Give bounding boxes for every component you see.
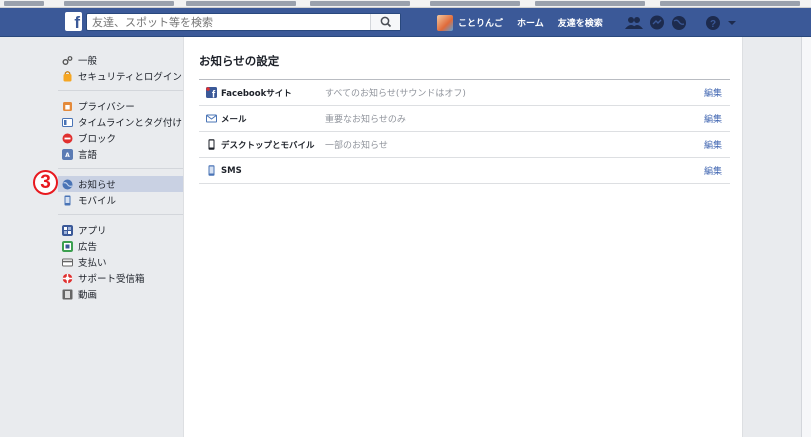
row-value: 重要なお知らせのみ [325, 115, 406, 125]
globe-icon [62, 179, 73, 189]
browser-bookmarks-bar [0, 0, 811, 8]
row-label: Facebookサイト [221, 88, 292, 99]
row-value: すべてのお知らせ(サウンドはオフ) [325, 89, 466, 99]
profile-link[interactable]: ことりんご [458, 16, 503, 29]
home-link[interactable]: ホーム [517, 16, 544, 29]
facebook-top-bar: f ことりんご ホーム 友達を検索 ? [0, 8, 811, 37]
find-friends-link[interactable]: 友達を検索 [558, 16, 603, 29]
sidebar-item-label: タイムラインとタグ付け [78, 118, 182, 129]
sidebar-item-block[interactable]: ブロック [58, 130, 183, 146]
sidebar-item-label: サポート受信箱 [78, 274, 145, 285]
help-icon[interactable]: ? [705, 15, 721, 31]
edit-link[interactable]: 編集 [704, 112, 722, 125]
messenger-icon[interactable] [649, 15, 665, 31]
sidebar-item-videos[interactable]: 動画 [58, 286, 183, 302]
avatar[interactable] [437, 14, 453, 31]
sidebar-item-mobile[interactable]: モバイル [58, 192, 183, 208]
search-input[interactable] [87, 14, 367, 30]
row-value: 一部のお知らせ [325, 141, 388, 151]
sidebar-item-label: アプリ [78, 226, 107, 237]
language-icon: A [62, 148, 73, 160]
annotation-marker: 3 [33, 170, 58, 195]
sidebar-item-payments[interactable]: 支払い [58, 254, 183, 270]
block-icon [62, 133, 73, 143]
svg-text:?: ? [710, 19, 716, 30]
bookmark-item[interactable] [310, 1, 410, 6]
sidebar-item-label: ブロック [78, 134, 117, 145]
bookmark-item[interactable] [186, 1, 296, 6]
sidebar-group-apps: アプリ 広告 支払い サポート受信箱 動画 [58, 220, 183, 308]
sidebar-item-apps[interactable]: アプリ [58, 222, 183, 238]
sidebar-group-general: 一般 セキュリティとログイン [58, 50, 183, 91]
row-label: メール [221, 114, 247, 125]
bookmark-item[interactable] [4, 1, 44, 6]
sidebar-item-label: プライバシー [78, 102, 135, 113]
friend-requests-icon[interactable] [624, 16, 643, 30]
row-label: SMS [221, 165, 242, 176]
sidebar-item-security[interactable]: セキュリティとログイン [58, 68, 183, 84]
sidebar-group-privacy: プライバシー タイムラインとタグ付け ブロック A 言語 [58, 96, 183, 169]
settings-row-facebook[interactable]: f Facebookサイト すべてのお知らせ(サウンドはオフ) 編集 [199, 80, 730, 106]
bookmark-item[interactable] [430, 1, 520, 6]
sms-icon [208, 165, 215, 176]
sidebar-item-label: お知らせ [78, 180, 116, 191]
shield-icon [63, 70, 72, 81]
bookmark-item[interactable] [660, 1, 800, 6]
mail-icon [206, 114, 217, 123]
top-nav: ことりんご ホーム 友達を検索 ? [437, 12, 743, 33]
sidebar-item-label: 広告 [78, 242, 98, 253]
phone-icon [208, 139, 215, 150]
main-panel: お知らせの設定 f Facebookサイト すべてのお知らせ(サウンドはオフ) … [183, 37, 743, 437]
facebook-logo-icon[interactable]: f [65, 12, 82, 31]
notifications-globe-icon[interactable] [671, 15, 687, 31]
card-icon [62, 258, 73, 266]
row-label: デスクトップとモバイル [221, 140, 315, 151]
lock-icon [63, 101, 72, 111]
search-box [86, 13, 401, 31]
sidebar-item-language[interactable]: A 言語 [58, 146, 183, 162]
sidebar-item-ads[interactable]: 広告 [58, 238, 183, 254]
chevron-down-icon[interactable] [727, 18, 737, 28]
bookmark-item[interactable] [64, 1, 174, 6]
edit-link[interactable]: 編集 [704, 86, 722, 99]
lifebuoy-icon [62, 273, 73, 283]
svg-text:A: A [65, 152, 70, 159]
edit-link[interactable]: 編集 [704, 164, 722, 177]
settings-row-sms[interactable]: SMS 編集 [199, 158, 730, 184]
ads-icon [62, 240, 73, 252]
search-button[interactable] [370, 14, 400, 30]
sidebar-item-privacy[interactable]: プライバシー [58, 98, 183, 114]
edit-link[interactable]: 編集 [704, 138, 722, 151]
sidebar-item-label: セキュリティとログイン [78, 72, 182, 83]
mobile-icon [64, 195, 71, 205]
timeline-icon [62, 117, 73, 127]
settings-row-email[interactable]: メール 重要なお知らせのみ 編集 [199, 106, 730, 132]
notification-settings-table: f Facebookサイト すべてのお知らせ(サウンドはオフ) 編集 メール 重… [199, 79, 730, 184]
sidebar-item-support-inbox[interactable]: サポート受信箱 [58, 270, 183, 286]
sidebar-item-label: 言語 [78, 150, 98, 161]
sidebar-item-label: モバイル [78, 196, 117, 207]
settings-row-desktop-mobile[interactable]: デスクトップとモバイル 一部のお知らせ 編集 [199, 132, 730, 158]
sidebar-item-label: 支払い [78, 258, 107, 269]
search-icon [380, 16, 392, 28]
sidebar-item-general[interactable]: 一般 [58, 52, 183, 68]
chat-sidebar[interactable] [801, 37, 811, 437]
sidebar-group-notifications: お知らせ モバイル [58, 174, 183, 215]
facebook-icon: f [206, 87, 217, 98]
sidebar-item-notifications[interactable]: お知らせ [58, 176, 183, 192]
film-icon [62, 289, 73, 299]
gear-icon [62, 55, 73, 65]
sidebar-item-label: 動画 [78, 290, 98, 301]
page-title: お知らせの設定 [199, 54, 280, 68]
sidebar-item-timeline-tagging[interactable]: タイムラインとタグ付け [58, 114, 183, 130]
bookmark-item[interactable] [535, 1, 645, 6]
sidebar-item-label: 一般 [78, 56, 98, 67]
settings-sidebar: 一般 セキュリティとログイン プライバシー タイムラインとタグ付け ブロック A… [58, 50, 183, 313]
apps-icon [62, 224, 73, 236]
